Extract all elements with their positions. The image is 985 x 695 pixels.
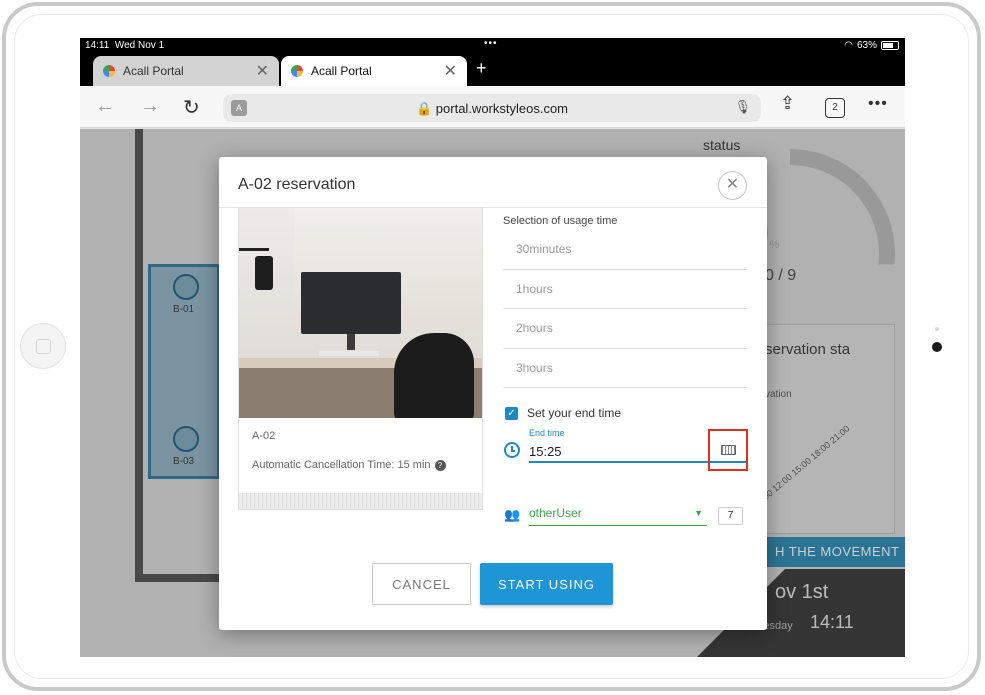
set-end-time-row[interactable]: ✓ Set your end time xyxy=(505,406,621,420)
set-end-time-label: Set your end time xyxy=(527,406,622,420)
end-time-caption: End time xyxy=(529,428,565,438)
url-text: 🔒 portal.workstyleos.com xyxy=(415,101,569,116)
users-icon: 👥 xyxy=(504,507,521,522)
multitasking-dots-icon[interactable]: ••• xyxy=(484,38,498,49)
new-tab-icon[interactable]: + xyxy=(476,58,487,79)
more-menu-icon[interactable]: ••• xyxy=(868,95,888,113)
tab-close-icon[interactable]: ✕ xyxy=(256,61,269,81)
user-select[interactable]: otherUser ▼ xyxy=(529,502,707,526)
tab-bar: Acall Portal ✕ Acall Portal ✕ + xyxy=(80,54,905,86)
tab-label: Acall Portal xyxy=(311,64,372,78)
photo-lamp xyxy=(255,256,273,290)
url-field[interactable]: A 🔒 portal.workstyleos.com 🎙 xyxy=(223,94,761,122)
reservation-modal: A-02 reservation ✕ A-02 Automatic Cancel… xyxy=(219,157,767,630)
photo-keyboard xyxy=(319,351,379,356)
usage-option[interactable]: 30minutes xyxy=(503,230,747,270)
start-using-button[interactable]: START USING xyxy=(480,563,613,605)
photo-chair xyxy=(394,333,474,418)
auto-cancel-info: Automatic Cancellation Time: 15 min ? xyxy=(252,459,446,471)
share-icon[interactable]: ⇪ xyxy=(780,93,795,114)
cancel-button[interactable]: CANCEL xyxy=(372,563,471,605)
set-end-time-checkbox[interactable]: ✓ xyxy=(505,406,518,420)
usage-time-label: Selection of usage time xyxy=(503,215,618,227)
room-name: A-02 xyxy=(252,430,276,442)
tab-acall-portal-2[interactable]: Acall Portal ✕ xyxy=(281,56,467,86)
clock-icon xyxy=(504,442,520,458)
reload-icon[interactable]: ↻ xyxy=(183,95,200,120)
keyboard-icon xyxy=(720,445,736,455)
tab-label: Acall Portal xyxy=(123,64,184,78)
acall-favicon-icon xyxy=(103,65,115,77)
tab-acall-portal-1[interactable]: Acall Portal ✕ xyxy=(93,56,279,86)
screen: 14:11 Wed Nov 1 ••• ◠ 63% Acall Portal ✕… xyxy=(80,38,905,657)
back-arrow-icon[interactable]: ← xyxy=(95,95,115,118)
user-select-value: otherUser xyxy=(529,506,582,520)
home-button[interactable] xyxy=(20,323,66,369)
status-bar: 14:11 Wed Nov 1 ••• ◠ 63% xyxy=(80,38,905,54)
dropdown-arrow-icon[interactable]: ▼ xyxy=(694,502,703,524)
tab-count-button[interactable]: 2 xyxy=(825,98,845,118)
battery-icon xyxy=(881,41,899,50)
keyboard-toggle-button[interactable] xyxy=(708,429,748,471)
help-icon[interactable]: ? xyxy=(434,459,446,471)
tab-close-icon[interactable]: ✕ xyxy=(444,61,457,81)
user-count-badge[interactable]: 7 xyxy=(718,507,743,525)
usage-option[interactable]: 2hours xyxy=(503,309,747,349)
usage-option[interactable]: 1hours xyxy=(503,270,747,309)
forward-arrow-icon[interactable]: → xyxy=(140,95,160,118)
sensor-dot xyxy=(935,327,939,331)
photo-lamp-rod xyxy=(239,248,269,251)
room-photo xyxy=(239,208,482,418)
photo-monitor-stand xyxy=(347,334,355,350)
battery-percent: 63% xyxy=(856,40,877,51)
status-time: 14:11 Wed Nov 1 xyxy=(85,40,165,51)
home-button-icon xyxy=(36,339,51,354)
wifi-icon: ◠ xyxy=(844,40,853,51)
usage-option[interactable]: 3hours xyxy=(503,349,747,388)
camera-dot xyxy=(932,342,942,352)
address-bar-row: ← → ↻ A 🔒 portal.workstyleos.com 🎙 ⇪ 2 •… xyxy=(80,86,905,128)
close-icon[interactable]: ✕ xyxy=(718,171,747,200)
acall-favicon-icon xyxy=(291,65,303,77)
microphone-icon[interactable]: 🎙 xyxy=(734,99,751,115)
room-card: A-02 Automatic Cancellation Time: 15 min… xyxy=(238,207,483,510)
usage-time-list: 30minutes 1hours 2hours 3hours xyxy=(503,230,747,388)
status-right: ◠ 63% xyxy=(844,40,899,51)
auto-cancel-text: Automatic Cancellation Time: 15 min xyxy=(252,459,431,471)
photo-monitor xyxy=(301,272,401,334)
modal-title: A-02 reservation xyxy=(238,176,356,193)
room-card-footer xyxy=(239,493,482,509)
